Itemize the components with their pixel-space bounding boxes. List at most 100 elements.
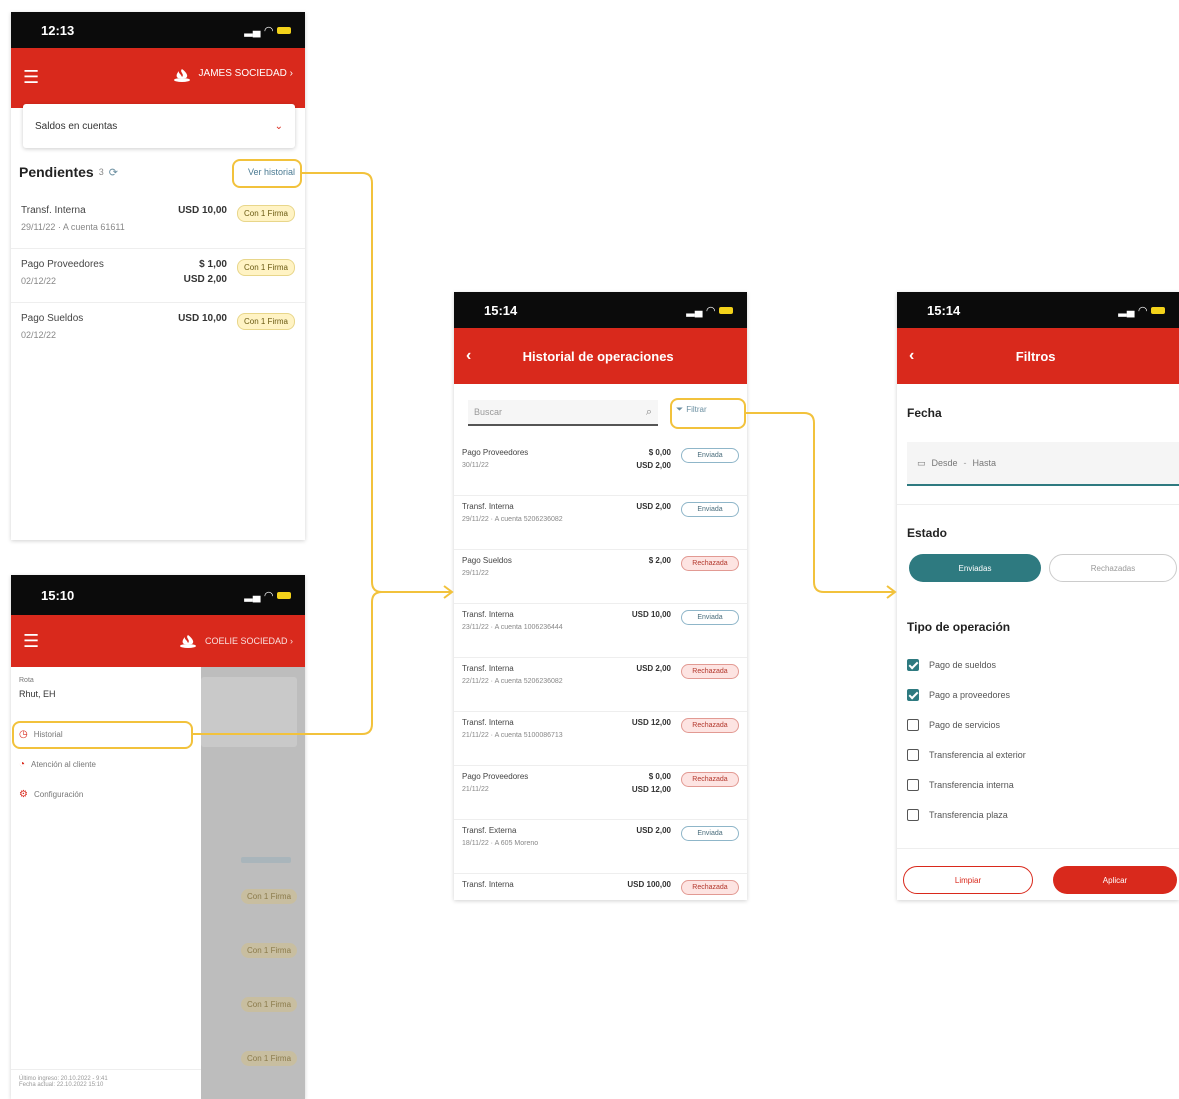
operation-type-option[interactable]: Transferencia interna <box>907 770 1167 800</box>
refresh-icon[interactable]: ⟳ <box>109 166 118 179</box>
battery-icon <box>277 26 291 34</box>
battery-icon <box>1151 306 1165 314</box>
row-amount: USD 10,00 <box>178 313 227 324</box>
table-row[interactable]: Transf. Interna 29/11/22 · A cuenta 52062… <box>454 496 747 550</box>
signature-badge: Con 1 Firma <box>236 259 295 276</box>
search-input[interactable]: Buscar ⌕ <box>468 400 658 426</box>
status-time: 12:13 <box>41 22 75 38</box>
status-icons: ▂▄ ◠ <box>244 24 291 37</box>
checkbox[interactable] <box>907 689 919 701</box>
table-row[interactable]: Transf. Interna USD 100,00 Rechazada <box>454 874 747 900</box>
row-title: Transf. Interna <box>462 610 514 619</box>
status-badge: Rechazada <box>681 880 739 895</box>
menu-item-settings[interactable]: ⚙ Configuración <box>19 789 83 800</box>
row-amount-secondary: USD 2,00 <box>183 274 227 285</box>
row-title: Transf. Interna <box>21 205 86 216</box>
row-date: 29/11/22 · A cuenta 61611 <box>21 222 125 232</box>
history-list: Pago Proveedores 30/11/22 $ 0,00 USD 2,00 En… <box>454 442 747 900</box>
date-from: Desde <box>931 458 958 468</box>
table-row[interactable]: Transf. Interna 21/11/22 · A cuenta 51000… <box>454 712 747 766</box>
checkbox[interactable] <box>907 809 919 821</box>
pending-list: Transf. Interna 29/11/22 · A cuenta 61611… <box>11 195 305 357</box>
balance-dropdown[interactable]: Saldos en cuentas ⌄ <box>23 104 295 148</box>
clear-button[interactable]: Limpiar <box>903 866 1033 894</box>
company-selector[interactable]: JAMES SOCIEDAD › <box>199 68 293 79</box>
wifi-icon: ◠ <box>264 24 273 37</box>
company-name: JAMES SOCIEDAD <box>198 68 287 79</box>
footer-divider <box>897 848 1179 849</box>
drawer-footer: Último ingreso: 20.10.2022 - 9:41 Fecha … <box>11 1069 201 1094</box>
row-date: 21/11/22 · A cuenta 5100086713 <box>462 732 563 739</box>
row-date: 30/11/22 <box>462 462 489 469</box>
estado-label: Estado <box>907 526 948 540</box>
santander-logo-icon <box>179 635 196 648</box>
wifi-icon: ◠ <box>1138 304 1147 317</box>
table-row[interactable]: Transf. Interna 22/11/22 · A cuenta 52062… <box>454 658 747 712</box>
arrowhead-history <box>443 585 454 599</box>
row-amount: USD 2,00 <box>636 826 671 835</box>
profile-label: Rota <box>19 677 34 684</box>
screen-side-menu: 15:10 ▂▄ ◠ ☰ COELIE SOCIEDAD › Con 1 Firm… <box>11 575 305 1099</box>
row-title: Transf. Interna <box>462 718 514 727</box>
menu-item-support[interactable]: ◔ Atención al cliente <box>19 759 96 770</box>
profile-name: Rhut, EH <box>19 689 56 699</box>
battery-icon <box>719 306 733 314</box>
operation-type-option[interactable]: Pago de servicios <box>907 710 1167 740</box>
option-label: Transferencia interna <box>929 780 1014 790</box>
operation-type-option[interactable]: Transferencia al exterior <box>907 740 1167 770</box>
list-item[interactable]: Pago Sueldos 02/12/22 USD 10,00 Con 1 Firm… <box>11 303 305 357</box>
row-amount: USD 10,00 <box>631 610 671 619</box>
status-bar: 15:10 ▂▄ ◠ <box>11 575 305 615</box>
checkbox[interactable] <box>907 659 919 671</box>
highlight-history-link <box>232 159 302 188</box>
row-date: 02/12/22 <box>21 330 57 340</box>
table-row[interactable]: Transf. Externa 18/11/22 · A 605 Moreno US… <box>454 820 747 874</box>
row-amount: USD 100,00 <box>627 880 671 889</box>
checkbox[interactable] <box>907 719 919 731</box>
bg-badge: Con 1 Firma <box>241 889 298 904</box>
list-item[interactable]: Pago Proveedores 02/12/22 $ 1,00 USD 2,00 C… <box>11 249 305 303</box>
row-amount: $ 2,00 <box>648 556 671 565</box>
pending-title: Pendientes <box>19 164 94 180</box>
bg-badge: Con 1 Firma <box>241 997 298 1012</box>
table-row[interactable]: Pago Proveedores 30/11/22 $ 0,00 USD 2,00 En… <box>454 442 747 496</box>
row-title: Pago Proveedores <box>462 448 529 457</box>
row-date: 02/12/22 <box>21 276 57 286</box>
checkbox[interactable] <box>907 749 919 761</box>
tipo-label: Tipo de operación <box>907 620 1011 634</box>
table-row[interactable]: Pago Sueldos 29/11/22 $ 2,00 Rechazada <box>454 550 747 604</box>
status-badge: Rechazada <box>681 772 739 787</box>
apply-button[interactable]: Aplicar <box>1053 866 1177 894</box>
option-label: Transferencia al exterior <box>929 750 1026 760</box>
menu-icon[interactable]: ☰ <box>23 68 39 86</box>
row-title: Transf. Interna <box>462 880 514 889</box>
estado-option-rejected[interactable]: Rechazadas <box>1049 554 1177 582</box>
estado-option-sent[interactable]: Enviadas <box>909 554 1041 582</box>
row-date: 29/11/22 <box>462 570 489 577</box>
status-time: 15:14 <box>484 302 518 318</box>
menu-icon[interactable]: ☰ <box>23 632 39 650</box>
page-title: Filtros <box>1015 348 1056 364</box>
operation-type-option[interactable]: Pago de sueldos <box>907 650 1167 680</box>
row-title: Pago Proveedores <box>21 259 104 270</box>
table-row[interactable]: Transf. Interna 23/11/22 · A cuenta 10062… <box>454 604 747 658</box>
list-item[interactable]: Transf. Interna 29/11/22 · A cuenta 61611… <box>11 195 305 249</box>
row-amount: USD 2,00 <box>636 502 671 511</box>
date-range-input[interactable]: ▭ Desde - Hasta <box>907 442 1179 486</box>
screen-dashboard: 12:13 ▂▄ ◠ ☰ JAMES SOCIEDAD › Saldos en c… <box>11 12 305 540</box>
status-bar: 15:14 ▂▄ ◠ <box>897 292 1179 328</box>
dropdown-value: Saldos en cuentas <box>35 120 118 132</box>
row-date: 22/11/22 · A cuenta 5206236082 <box>462 678 563 685</box>
status-badge: Enviada <box>681 610 739 625</box>
row-amount: USD 12,00 <box>631 718 671 727</box>
signature-badge: Con 1 Firma <box>236 313 295 330</box>
row-title: Pago Sueldos <box>462 556 512 565</box>
row-amount-secondary: USD 12,00 <box>631 785 671 794</box>
checkbox[interactable] <box>907 779 919 791</box>
operation-type-option[interactable]: Pago a proveedores <box>907 680 1167 710</box>
status-badge: Enviada <box>681 502 739 517</box>
company-selector[interactable]: COELIE SOCIEDAD › <box>205 636 293 646</box>
table-row[interactable]: Pago Proveedores 21/11/22 $ 0,00 USD 12,00 R… <box>454 766 747 820</box>
operation-type-option[interactable]: Transferencia plaza <box>907 800 1167 830</box>
connector-filter <box>746 412 895 593</box>
